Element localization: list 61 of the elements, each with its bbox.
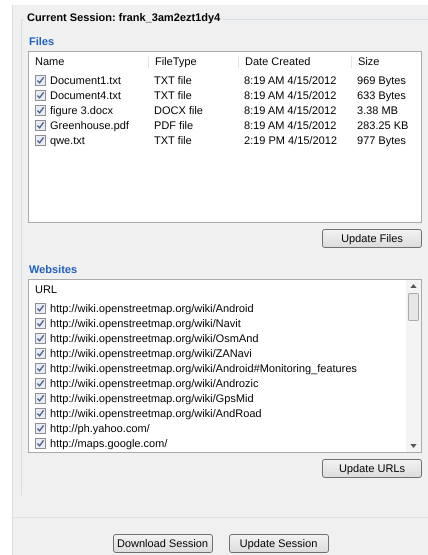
checkbox[interactable] <box>35 135 46 146</box>
update-button[interactable]: Update Session <box>228 534 328 553</box>
file-name: Document4.txt <box>50 90 121 102</box>
checkbox[interactable] <box>35 438 46 449</box>
url-text: http://wiki.openstreetmap.org/wiki/Android <box>50 302 254 314</box>
checkbox[interactable] <box>35 318 46 329</box>
scroll-down-icon[interactable] <box>410 444 417 448</box>
url-text: http://wiki.openstreetmap.org/wiki/GpsMid <box>50 392 254 404</box>
table-cell-text: 8:19 AM 4/15/2012 <box>243 90 338 102</box>
table-cell-text: 8:19 AM 4/15/2012 <box>243 74 338 86</box>
session-title: Current Session: frank_3am2ezt1dy4 <box>24 12 224 24</box>
file-name: figure 3.docx <box>50 104 113 116</box>
scroll-up-icon[interactable] <box>410 284 417 288</box>
section-heading: Files <box>29 36 54 48</box>
column-header[interactable]: URL <box>29 284 58 296</box>
url-text: http://wiki.openstreetmap.org/wiki/Androzic <box>50 378 258 390</box>
checkbox[interactable] <box>35 408 46 419</box>
checkbox[interactable] <box>35 105 46 116</box>
checkbox[interactable] <box>35 348 46 359</box>
table-cell-text: 283.25 KB <box>356 120 410 132</box>
table-cell-text: 3.38 MB <box>356 104 399 116</box>
column-header[interactable]: FileType <box>148 56 238 68</box>
checkbox[interactable] <box>35 393 46 404</box>
checkbox[interactable] <box>35 333 46 344</box>
table-cell-text: 8:19 AM 4/15/2012 <box>243 120 338 132</box>
url-text: http://ph.yahoo.com/ <box>50 422 150 434</box>
checkbox[interactable] <box>35 423 46 434</box>
checkbox[interactable] <box>35 363 46 374</box>
url-text: http://wiki.openstreetmap.org/wiki/OsmAnd <box>50 332 258 344</box>
scrollbar[interactable] <box>406 280 421 452</box>
table-cell-text: TXT file <box>153 74 193 86</box>
table-cell-text: 633 Bytes <box>356 90 407 102</box>
url-text: http://wiki.openstreetmap.org/wiki/AndRoad <box>50 408 262 420</box>
table-cell-text: TXT file <box>153 90 193 102</box>
checkbox[interactable] <box>35 120 46 131</box>
scroll-thumb[interactable] <box>408 293 419 321</box>
checkbox[interactable] <box>35 303 46 314</box>
update-urls-button[interactable]: Update URLs <box>322 459 422 478</box>
update-files-button[interactable]: Update Files <box>322 229 422 248</box>
checkbox[interactable] <box>35 378 46 389</box>
url-text: http://wiki.openstreetmap.org/wiki/Navit <box>50 318 241 330</box>
table-cell-text: TXT file <box>153 134 193 146</box>
table-cell-text: 977 Bytes <box>356 134 407 146</box>
url-text: http://wiki.openstreetmap.org/wiki/Android#Monitoring_features <box>50 362 357 374</box>
column-header[interactable]: Name <box>29 56 148 68</box>
file-name: Document1.txt <box>50 74 121 86</box>
table-cell-text: 8:19 AM 4/15/2012 <box>243 104 338 116</box>
file-name: Greenhouse.pdf <box>50 120 129 132</box>
url-text: http://maps.google.com/ <box>50 438 168 450</box>
table-cell-text: 2:19 PM 4/15/2012 <box>243 134 338 146</box>
file-name: qwe.txt <box>50 134 85 146</box>
table-cell-text: PDF file <box>153 120 194 132</box>
table-cell-text: 969 Bytes <box>356 74 407 86</box>
checkbox[interactable] <box>35 75 46 86</box>
url-text: http://wiki.openstreetmap.org/wiki/ZANavi <box>50 348 252 360</box>
column-header[interactable]: Size <box>351 56 421 68</box>
column-header[interactable]: Date Created <box>238 56 351 68</box>
section-heading: Websites <box>29 264 78 276</box>
table-cell-text: DOCX file <box>153 104 204 116</box>
checkbox[interactable] <box>35 90 46 101</box>
download-button[interactable]: Download Session <box>112 534 212 553</box>
